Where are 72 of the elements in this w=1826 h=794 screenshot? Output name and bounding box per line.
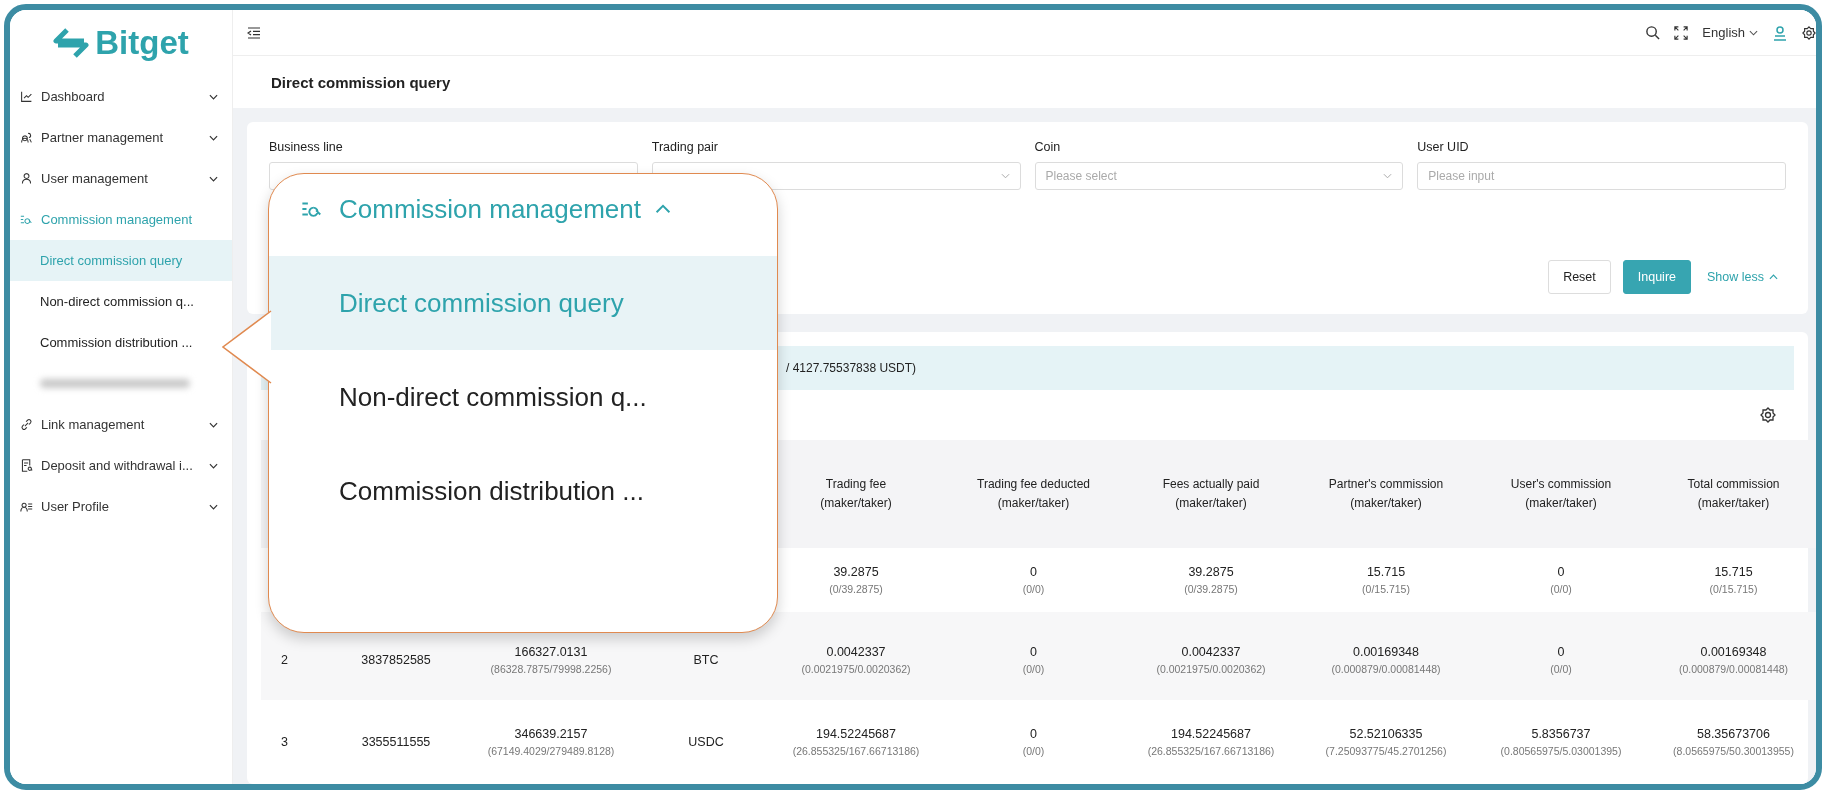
list-search-icon — [20, 213, 33, 226]
chevron-down-icon — [209, 134, 218, 141]
sidebar-menu-item[interactable]: User management — [10, 158, 232, 199]
table-cell: 15.715 (0/15.715) — [1362, 564, 1410, 595]
chevron-down-icon — [209, 421, 218, 428]
chevron-down-icon — [1749, 29, 1758, 36]
table-cell: 166327.0131 (86328.7875/79998.2256) — [490, 644, 612, 675]
user-icon[interactable] — [1772, 24, 1788, 41]
table-cell: 5.8356737 (0.80565975/5.03001395) — [1500, 726, 1622, 757]
fullscreen-icon[interactable] — [1674, 25, 1689, 40]
table-cell: 3837852585 — [361, 653, 431, 667]
table-cell: 346639.2157 (67149.4029/279489.8128) — [487, 726, 615, 757]
logo-arrows-icon — [53, 28, 90, 58]
submenu-item[interactable]: Commission distribution ... — [10, 322, 232, 363]
table-cell: 52.52106335 (7.25093775/45.2701256) — [1325, 726, 1447, 757]
line-chart-icon — [20, 90, 33, 103]
table-cell: 0.0042337 (0.0021975/0.0020362) — [801, 644, 911, 675]
chevron-down-icon — [209, 93, 218, 100]
table-cell: 39.2875 (0/39.2875) — [1184, 564, 1238, 595]
chevron-down-icon — [1000, 173, 1010, 179]
document-search-icon — [20, 459, 33, 472]
filter-label: Business line — [269, 140, 344, 154]
link-icon — [20, 418, 33, 431]
chevron-down-icon — [209, 503, 218, 510]
collapse-menu-icon[interactable] — [247, 26, 261, 39]
column-header: Partner's commission (maker/taker) — [1296, 440, 1476, 548]
column-header: Fees actually paid (maker/taker) — [1126, 440, 1296, 548]
filter-label: Trading pair — [651, 140, 719, 154]
table-cell: 3 — [281, 735, 288, 749]
chevron-up-icon — [1769, 274, 1778, 280]
settings-icon[interactable] — [1760, 407, 1776, 423]
filter-label: Coin — [1034, 140, 1062, 154]
submenu-item[interactable]: Non-direct commission q... — [10, 281, 232, 322]
table-cell: 2 — [281, 653, 288, 667]
sidebar-menu-item[interactable]: Deposit and withdrawal i... — [10, 445, 232, 486]
search-icon[interactable] — [1645, 25, 1661, 41]
page-title: Direct commission query — [271, 73, 451, 91]
sidebar-menu-item[interactable]: Dashboard — [10, 76, 232, 117]
table-cell: 0.00169348 (0.000879/0.00081448) — [1678, 644, 1789, 675]
language-dropdown[interactable]: English — [1702, 25, 1758, 41]
table-cell: 0 (0/0) — [1550, 644, 1572, 675]
table-cell: 0.00169348 (0.000879/0.00081448) — [1331, 644, 1441, 675]
sidebar-menu-item[interactable]: Link management — [10, 404, 232, 445]
chevron-down-icon — [209, 462, 218, 469]
table-cell: 0 (0/0) — [1022, 726, 1045, 757]
table-cell: 3355511555 — [361, 735, 431, 749]
column-header: User's commission (maker/taker) — [1476, 440, 1646, 548]
settings-icon[interactable] — [1802, 24, 1816, 41]
table-cell: USDC — [688, 735, 724, 749]
chevron-down-icon — [209, 175, 218, 182]
table-cell: 194.52245687 (26.855325/167.66713186) — [792, 726, 920, 757]
table-cell: 0 (0/0) — [1550, 564, 1572, 595]
column-header: Total commission (maker/taker) — [1646, 440, 1816, 548]
table-cell: 0 (0/0) — [1022, 564, 1045, 595]
table-cell: 194.52245687 (26.855325/167.66713186) — [1147, 726, 1275, 757]
column-header: Trading fee deducted (maker/taker) — [941, 440, 1126, 548]
table-cell: 39.2875 (0/39.2875) — [829, 564, 883, 595]
chevron-down-icon — [1383, 173, 1393, 179]
reset-button[interactable]: Reset — [1548, 260, 1611, 294]
table-cell: 0 (0/0) — [1022, 644, 1045, 675]
user-icon — [20, 172, 33, 185]
users-icon — [20, 131, 33, 144]
table-cell: 15.715 (0/15.715) — [1709, 564, 1758, 595]
table-cell: 0.0042337 (0.0021975/0.0020362) — [1156, 644, 1266, 675]
filter-label: User UID — [1417, 140, 1470, 154]
sidebar-menu-item[interactable]: User Profile — [10, 486, 232, 527]
chevron-up-icon — [655, 204, 671, 214]
table-cell: BTC — [693, 653, 719, 667]
logo-text: Bitget — [95, 24, 189, 62]
table-cell: 58.35673706 (8.0565975/50.30013955) — [1673, 726, 1794, 757]
user-list-icon — [20, 500, 33, 513]
sidebar-menu-item[interactable]: Partner management — [10, 117, 232, 158]
